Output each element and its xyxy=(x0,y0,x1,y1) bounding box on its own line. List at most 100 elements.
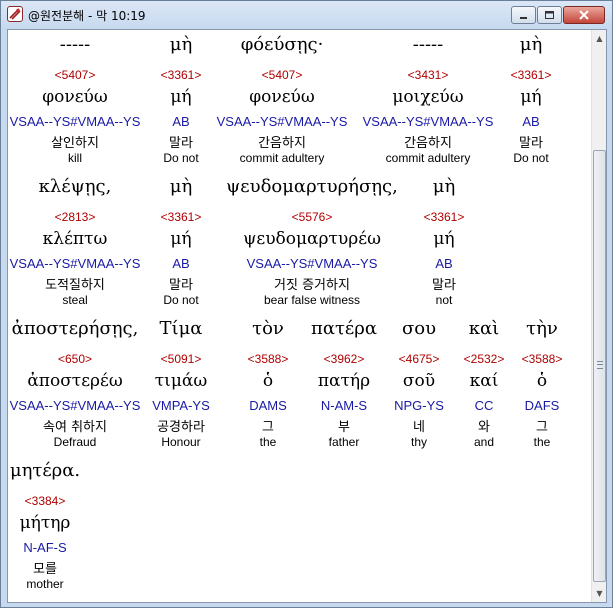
close-icon xyxy=(579,10,589,20)
token-lemma: φονεύω xyxy=(42,87,108,107)
token-english: Defraud xyxy=(53,435,97,449)
token-korean: 거짓 증거하지 xyxy=(274,278,350,293)
app-icon xyxy=(7,6,23,22)
token-english: bear false witness xyxy=(263,293,361,307)
token-lemma: καί xyxy=(469,371,499,391)
token-lemma: ἀποστερέω xyxy=(27,371,123,391)
token-lemma: φονεύω xyxy=(249,87,315,107)
token-english: steal xyxy=(62,293,88,307)
token-strong: <3361> xyxy=(160,68,202,82)
window-title: @원전분해 - 막 10:19 xyxy=(28,9,146,23)
maximize-icon xyxy=(545,11,554,19)
token-morph: DAMS xyxy=(249,398,287,413)
scrollbar-thumb[interactable] xyxy=(593,150,606,582)
token-korean: 간음하지 xyxy=(404,136,452,151)
token-korean: 말라 xyxy=(169,278,193,293)
token-morph: N-AM-S xyxy=(320,398,368,413)
token-english: kill xyxy=(68,151,82,165)
token-english: the xyxy=(533,435,551,449)
token-korean: 말라 xyxy=(519,136,543,151)
token-morph: VSAA--YS#VMAA--YS xyxy=(246,256,378,271)
token-lemma: τιμάω xyxy=(154,371,208,391)
token-korean: 부 xyxy=(338,420,350,435)
token-morph: AB xyxy=(172,114,190,129)
token-word[interactable]: ----- xyxy=(413,34,443,55)
token-korean: 말라 xyxy=(432,278,456,293)
minimize-button[interactable] xyxy=(511,6,536,24)
token-word[interactable]: τὸν xyxy=(252,318,284,339)
token-word[interactable]: μὴ xyxy=(433,176,455,197)
token-strong: <5407> xyxy=(54,68,96,82)
token-morph: AB xyxy=(172,256,190,271)
token-english: commit adultery xyxy=(385,151,471,165)
token-word[interactable]: σου xyxy=(402,318,436,339)
vertical-scrollbar[interactable]: ▲ ▼ xyxy=(591,30,606,602)
token-morph: AB xyxy=(435,256,453,271)
token-morph: CC xyxy=(474,398,494,413)
token-strong: <5407> xyxy=(261,68,303,82)
token-strong: <2532> xyxy=(463,352,505,366)
token-strong: <650> xyxy=(57,352,93,366)
token-word[interactable]: μὴ xyxy=(520,34,542,55)
token-lemma: μή xyxy=(170,229,192,249)
app-window: @원전분해 - 막 10:19 ----- <5407> φονεύω VSAA--Y… xyxy=(0,0,613,608)
token-strong: <3361> xyxy=(510,68,552,82)
token-morph: VSAA--YS#VMAA--YS xyxy=(362,114,494,129)
close-button[interactable] xyxy=(563,6,605,24)
token-strong: <3384> xyxy=(24,494,66,508)
token-english: not xyxy=(435,293,453,307)
token-korean: 그 xyxy=(536,420,548,435)
token-english: and xyxy=(473,435,495,449)
interlinear-view[interactable]: ----- <5407> φονεύω VSAA--YS#VMAA--YS 살인하지 ki… xyxy=(7,29,607,603)
token-word[interactable]: τὴν xyxy=(526,318,558,339)
token-lemma: μοιχεύω xyxy=(392,87,464,107)
token-english: Do not xyxy=(513,151,549,165)
token-strong: <3431> xyxy=(407,68,449,82)
token-korean: 속여 취하지 xyxy=(43,420,107,435)
maximize-button[interactable] xyxy=(537,6,562,24)
token-strong: <3361> xyxy=(160,210,202,224)
token-english: Honour xyxy=(161,435,201,449)
token-word[interactable]: πατέρα xyxy=(311,318,377,339)
token-strong: <2813> xyxy=(54,210,96,224)
token-strong: <3361> xyxy=(423,210,465,224)
token-strong: <5576> xyxy=(291,210,333,224)
token-korean: 도적질하지 xyxy=(45,278,105,293)
minimize-icon xyxy=(520,17,527,19)
token-lemma: μή xyxy=(170,87,192,107)
token-strong: <3962> xyxy=(323,352,365,366)
token-word[interactable]: ἀποστερήσῃς, xyxy=(12,318,139,339)
scroll-up-arrow-icon[interactable]: ▲ xyxy=(592,30,606,47)
token-morph: DAFS xyxy=(524,398,560,413)
token-morph: VMPA-YS xyxy=(152,398,210,413)
token-word[interactable]: φόεύσῃς· xyxy=(241,34,324,55)
token-morph: VSAA--YS#VMAA--YS xyxy=(9,256,141,271)
token-strong: <3588> xyxy=(521,352,563,366)
token-strong: <3588> xyxy=(247,352,289,366)
token-word[interactable]: Τίμα xyxy=(160,318,203,339)
grip-icon xyxy=(597,361,603,369)
token-morph: NPG-YS xyxy=(394,398,444,413)
token-word[interactable]: μὴ xyxy=(170,34,192,55)
title-bar[interactable]: @원전분해 - 막 10:19 xyxy=(1,1,612,29)
token-korean: 간음하지 xyxy=(258,136,306,151)
token-lemma: ὁ xyxy=(262,371,274,391)
token-lemma: σοῦ xyxy=(402,371,436,391)
token-word[interactable]: κλέψῃς, xyxy=(39,176,112,197)
token-word[interactable]: καὶ xyxy=(469,318,499,339)
token-word[interactable]: ψευδομαρτυρήσῃς, xyxy=(226,176,398,197)
token-korean: 네 xyxy=(413,420,425,435)
token-word[interactable]: μὴ xyxy=(170,176,192,197)
token-morph: VSAA--YS#VMAA--YS xyxy=(9,398,141,413)
token-korean: 공경하라 xyxy=(157,420,205,435)
token-lemma: μήτηρ xyxy=(19,513,71,533)
token-word[interactable]: ----- xyxy=(60,34,90,55)
token-korean: 모를 xyxy=(33,562,57,577)
token-lemma: πατήρ xyxy=(317,371,371,391)
token-english: Do not xyxy=(163,293,199,307)
token-morph: AB xyxy=(522,114,540,129)
token-lemma: ὁ xyxy=(536,371,548,391)
token-strong: <4675> xyxy=(398,352,440,366)
scroll-down-arrow-icon[interactable]: ▼ xyxy=(592,585,606,602)
token-word[interactable]: μητέρα. xyxy=(10,460,80,481)
